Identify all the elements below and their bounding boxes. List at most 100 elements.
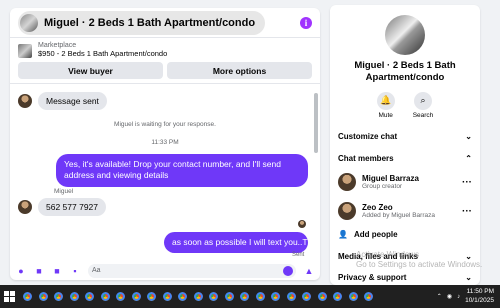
outgoing-message[interactable]: Yes, it's available! Drop your contact n…: [56, 154, 308, 187]
member-name: Zeo Zeo: [362, 203, 393, 212]
listing-card: Marketplace $950 - 2 Beds 1 Bath Apartme…: [10, 38, 320, 84]
privacy-section[interactable]: Privacy & support ⌄: [338, 273, 472, 282]
bell-icon: 🔔: [376, 91, 395, 110]
more-icon[interactable]: ···: [462, 177, 472, 188]
chrome-icon[interactable]: [36, 290, 50, 303]
chat-members-label: Chat members: [338, 154, 394, 163]
chrome-icon[interactable]: [176, 290, 189, 303]
chat-title: Miguel · 2 Beds 1 Bath Apartment/condo: [44, 16, 256, 29]
chrome-icon[interactable]: [284, 290, 298, 303]
message-list: Message sent Miguel is waiting for your …: [10, 91, 320, 259]
chat-header: Miguel · 2 Beds 1 Bath Apartment/condo i: [10, 8, 320, 38]
chevron-up-icon: ⌃: [465, 154, 472, 163]
chevron-up-icon[interactable]: ⌃: [437, 293, 442, 300]
chrome-icon[interactable]: [114, 290, 127, 303]
add-people-button[interactable]: 👤 Add people: [338, 230, 472, 239]
chrome-icon[interactable]: [315, 290, 329, 303]
more-options-button[interactable]: More options: [167, 62, 312, 79]
search-icon: ⌕: [413, 91, 432, 110]
outgoing-message[interactable]: as soon as possible I will text you..Tha…: [164, 232, 320, 254]
gif-icon[interactable]: ▪: [70, 266, 80, 276]
add-people-label: Add people: [353, 230, 398, 239]
chrome-icon[interactable]: [222, 290, 236, 303]
listing-kicker: Marketplace: [38, 42, 77, 49]
customize-chat-label: Customize chat: [338, 132, 398, 141]
message-row: Message sent: [18, 92, 107, 110]
photo-icon[interactable]: ■: [34, 266, 44, 276]
conversation-image: [385, 15, 425, 55]
volume-icon[interactable]: ♪: [457, 294, 460, 300]
chrome-icon[interactable]: [253, 290, 267, 303]
sender-name: Miguel: [54, 188, 74, 195]
mute-button[interactable]: 🔔 Mute: [376, 91, 395, 119]
message-row: 562 577 7927: [18, 198, 106, 216]
search-button[interactable]: ⌕ Search: [412, 91, 434, 119]
message-input[interactable]: Aa: [88, 263, 296, 278]
message-bubble[interactable]: Message sent: [38, 92, 107, 110]
chrome-icon[interactable]: [52, 290, 65, 303]
sent-status: Sent: [292, 252, 305, 258]
listing-summary[interactable]: $950 - 2 Beds 1 Bath Apartment/condo: [38, 49, 167, 58]
privacy-label: Privacy & support: [338, 273, 407, 282]
avatar: [18, 200, 32, 214]
windows-start-icon[interactable]: [4, 291, 15, 302]
conversation-title: Miguel · 2 Beds 1 Bath Apartment/condo: [354, 60, 456, 83]
message-input-placeholder: Aa: [92, 267, 101, 274]
chrome-icon[interactable]: [269, 290, 282, 303]
chat-title-pill[interactable]: Miguel · 2 Beds 1 Bath Apartment/condo: [18, 10, 266, 35]
chrome-icon[interactable]: [98, 290, 112, 303]
system-tray: ⌃ ◉ ♪ 11:50 PM 10/1/2025: [437, 288, 500, 304]
activation-watermark: Activate Windows Go to Settings to activ…: [356, 250, 482, 271]
customize-chat-section[interactable]: Customize chat ⌄: [338, 132, 472, 141]
chrome-icon[interactable]: [145, 290, 158, 303]
member-row[interactable]: Miguel Barraza Group creator ···: [338, 173, 472, 191]
conversation-details: Miguel · 2 Beds 1 Bath Apartment/condo 🔔…: [330, 5, 480, 285]
avatar: [18, 94, 32, 108]
add-person-icon: 👤: [338, 230, 348, 239]
network-icon[interactable]: ◉: [447, 293, 452, 300]
chrome-icon[interactable]: [362, 290, 375, 303]
seen-avatar: [298, 220, 306, 228]
listing-image: [18, 44, 32, 58]
composer: ● ■ ■ ▪ Aa ▲: [10, 261, 320, 280]
member-name: Miguel Barraza: [362, 174, 419, 183]
like-icon[interactable]: ▲: [304, 266, 314, 276]
microphone-icon[interactable]: ●: [16, 266, 26, 276]
sticker-icon[interactable]: ■: [52, 266, 62, 276]
more-icon[interactable]: ···: [462, 206, 472, 217]
waiting-notice: Miguel is waiting for your response.: [114, 121, 216, 128]
scrollbar[interactable]: [314, 93, 318, 153]
watermark-line2: Go to Settings to activate Windows.: [356, 260, 483, 270]
info-icon[interactable]: i: [300, 16, 312, 29]
avatar: [338, 202, 356, 220]
search-label: Search: [412, 111, 434, 119]
phone-message[interactable]: 562 577 7927: [38, 198, 106, 216]
emoji-icon[interactable]: [283, 265, 293, 276]
chrome-icon[interactable]: [207, 290, 220, 303]
avatar: [338, 173, 356, 191]
clock-date: 10/1/2025: [465, 296, 494, 304]
chrome-icon[interactable]: [300, 290, 313, 303]
listing-thumbnail: [20, 13, 38, 32]
timestamp: 11:33 PM: [151, 139, 179, 146]
view-buyer-button[interactable]: View buyer: [18, 62, 163, 79]
chevron-down-icon: ⌄: [465, 273, 472, 282]
chrome-icon[interactable]: [129, 290, 143, 303]
chrome-icon[interactable]: [83, 290, 96, 303]
watermark-line1: Activate Windows: [356, 250, 420, 259]
chat-panel: Miguel · 2 Beds 1 Bath Apartment/condo i…: [10, 8, 320, 280]
chrome-icon[interactable]: [67, 290, 81, 303]
mute-label: Mute: [378, 111, 393, 119]
taskbar: ⌃ ◉ ♪ 11:50 PM 10/1/2025: [0, 285, 500, 308]
chrome-icon[interactable]: [160, 290, 174, 303]
member-row[interactable]: Zeo Zeo Added by Miguel Barraza ···: [338, 202, 472, 220]
chrome-icon[interactable]: [331, 290, 344, 303]
clock[interactable]: 11:50 PM 10/1/2025: [465, 288, 494, 304]
member-role: Added by Miguel Barraza: [362, 212, 435, 219]
chrome-icon[interactable]: [238, 290, 251, 303]
chat-members-section[interactable]: Chat members ⌃: [338, 154, 472, 163]
chrome-icon[interactable]: [346, 290, 360, 303]
chrome-icon[interactable]: [191, 290, 205, 303]
chrome-icon[interactable]: [21, 290, 34, 303]
clock-time: 11:50 PM: [466, 288, 494, 296]
